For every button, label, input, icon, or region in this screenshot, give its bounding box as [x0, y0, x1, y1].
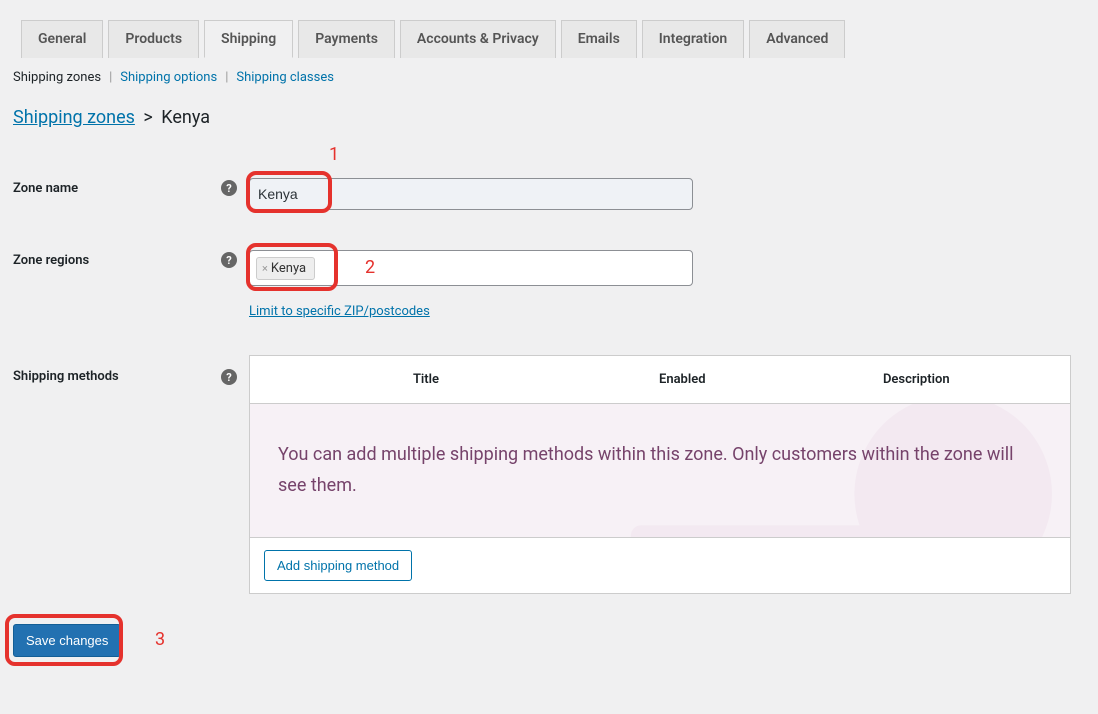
tab-integration[interactable]: Integration — [642, 20, 744, 58]
breadcrumb: Shipping zones > Kenya — [13, 95, 1078, 136]
annotation-number: 3 — [155, 629, 165, 650]
save-button[interactable]: Save changes — [13, 624, 121, 657]
tab-general[interactable]: General — [21, 20, 103, 58]
help-icon[interactable]: ? — [221, 252, 237, 268]
zone-name-input[interactable] — [249, 178, 693, 210]
zone-name-label: Zone name — [13, 181, 78, 196]
table-footer: Add shipping method — [250, 537, 1070, 593]
shipping-methods-table: Title Enabled Description You can add mu… — [249, 355, 1071, 594]
annotation-number: 2 — [365, 257, 375, 278]
breadcrumb-zones-link[interactable]: Shipping zones — [13, 107, 135, 128]
zone-name-row: Zone name ? 1 — [13, 178, 1078, 210]
table-header: Title Enabled Description — [250, 356, 1070, 404]
subtab-classes[interactable]: Shipping classes — [236, 70, 334, 85]
close-icon[interactable]: × — [262, 262, 268, 275]
subtab-zones[interactable]: Shipping zones — [13, 70, 101, 85]
shipping-methods-label: Shipping methods — [13, 369, 119, 384]
breadcrumb-separator: > — [139, 107, 156, 128]
region-tag: × Kenya — [256, 257, 315, 280]
save-row: Save changes 3 — [13, 624, 1078, 657]
zone-regions-row: Zone regions ? × Kenya 2 Limit to specif… — [13, 250, 1078, 319]
column-enabled: Enabled — [582, 372, 783, 387]
tab-accounts-privacy[interactable]: Accounts & Privacy — [400, 20, 556, 58]
separator: | — [225, 70, 228, 85]
breadcrumb-current: Kenya — [161, 107, 210, 128]
zone-regions-label: Zone regions — [13, 253, 89, 268]
empty-state-text: You can add multiple shipping methods wi… — [278, 440, 1042, 501]
column-title: Title — [270, 372, 582, 387]
settings-tabs: General Products Shipping Payments Accou… — [21, 20, 1078, 58]
tab-payments[interactable]: Payments — [298, 20, 395, 58]
zone-regions-input[interactable]: × Kenya — [249, 250, 693, 286]
help-icon[interactable]: ? — [221, 180, 237, 196]
annotation-number: 1 — [329, 144, 339, 165]
tab-advanced[interactable]: Advanced — [749, 20, 845, 58]
subtab-options[interactable]: Shipping options — [120, 70, 217, 85]
separator: | — [109, 70, 112, 85]
empty-state: You can add multiple shipping methods wi… — [250, 404, 1070, 537]
shipping-subtabs: Shipping zones | Shipping options | Ship… — [13, 58, 1078, 95]
add-shipping-method-button[interactable]: Add shipping method — [264, 550, 412, 581]
shipping-methods-row: Shipping methods ? Title Enabled Descrip… — [13, 355, 1078, 594]
tab-emails[interactable]: Emails — [561, 20, 637, 58]
limit-postcodes-link[interactable]: Limit to specific ZIP/postcodes — [249, 304, 430, 319]
tab-products[interactable]: Products — [108, 20, 199, 58]
column-description: Description — [783, 372, 1050, 387]
tab-shipping[interactable]: Shipping — [204, 20, 293, 58]
region-tag-label: Kenya — [271, 261, 306, 276]
help-icon[interactable]: ? — [221, 369, 237, 385]
